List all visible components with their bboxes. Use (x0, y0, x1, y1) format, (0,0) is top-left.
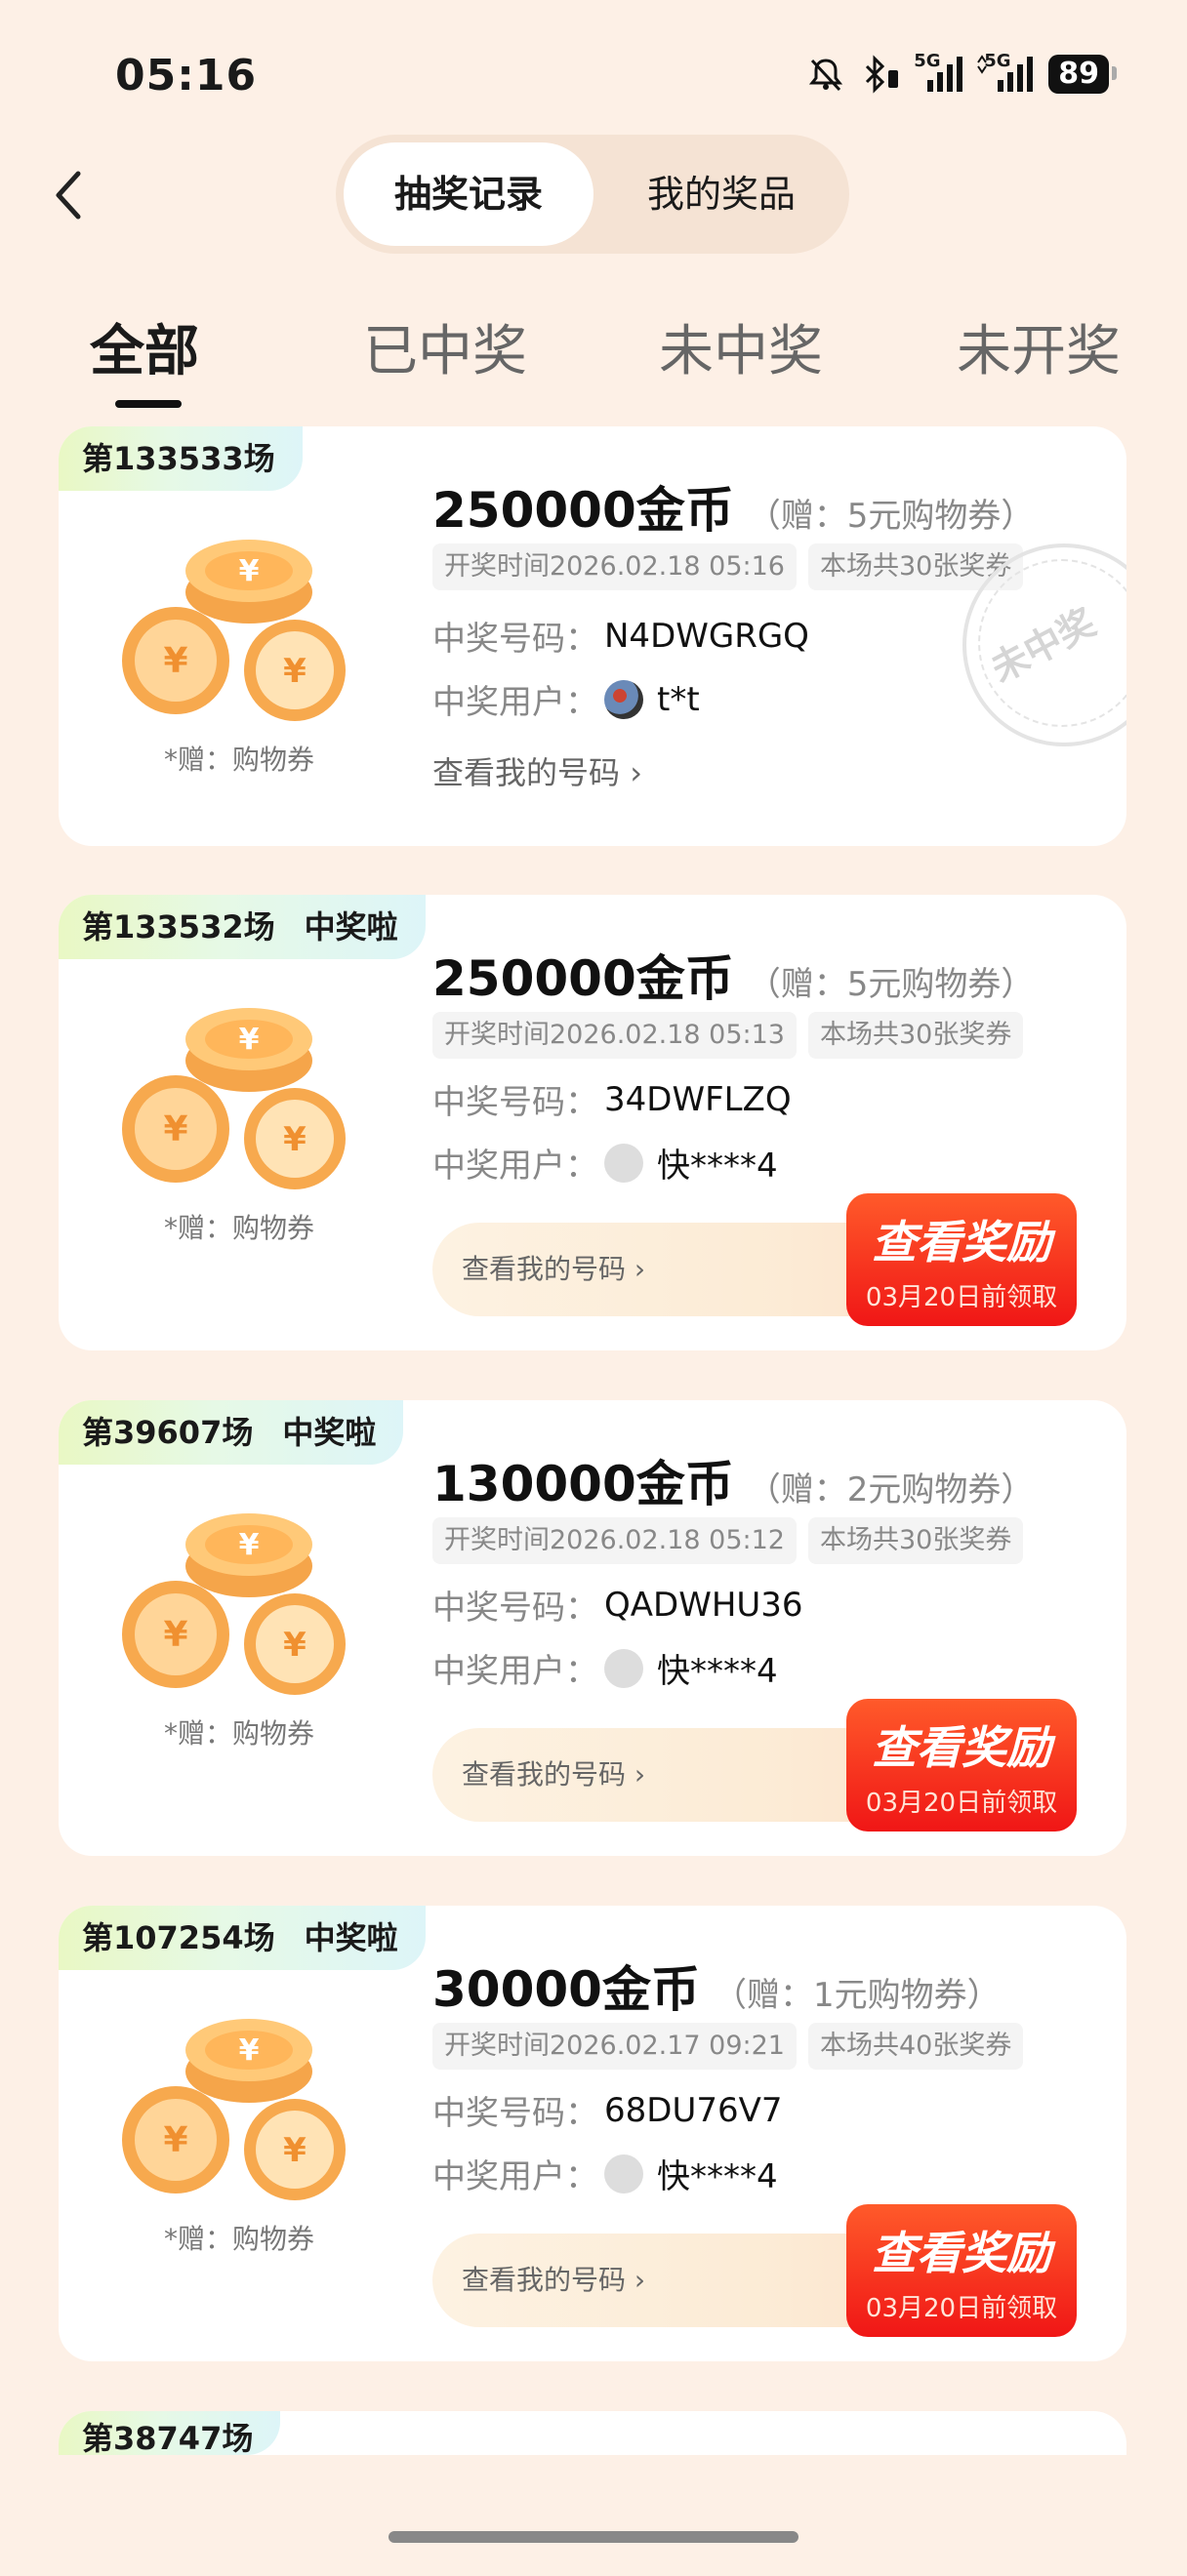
tab-active-indicator (115, 400, 182, 408)
svg-text:¥: ¥ (163, 641, 187, 681)
avatar (604, 2153, 643, 2194)
session-tag: 第107254场 中奖啦 (59, 1906, 426, 1970)
segment-draw-records[interactable]: 抽奖记录 (344, 142, 594, 246)
gift-note: *赠：购物券 (163, 2223, 314, 2255)
gold-coins-icon: ¥ ¥ ¥ (122, 2019, 346, 2200)
draw-info: 开奖时间2026.02.18 05:13 本场共30张奖券 (432, 1012, 1024, 1059)
status-bar: 05:16 5G 5G 89 (0, 0, 1187, 146)
avatar (604, 1648, 643, 1688)
record-card[interactable]: 第133533场 ¥ ¥ ¥ *赠：购物券 250000金币 （赠：5元购物券） … (59, 426, 1126, 846)
prize-title: 250000金币 （赠：5元购物券） (432, 950, 1035, 1007)
signal-5g-icon: 5G (914, 53, 963, 94)
tab-all[interactable]: 全部 (90, 307, 199, 386)
record-card[interactable]: 第107254场 中奖啦 ¥ ¥ ¥ *赠：购物券 30000金币 （赠：1元购物券… (59, 1906, 1126, 2361)
chevron-right-icon: › (634, 1758, 646, 1791)
ticket-count-chip: 本场共30张奖券 (807, 1012, 1024, 1059)
session-tag: 第133533场 (59, 426, 303, 491)
status-time: 05:16 (115, 51, 258, 101)
view-my-number-link[interactable]: 查看我的号码 › (432, 748, 642, 793)
view-my-number-link[interactable]: 查看我的号码 › (462, 2234, 645, 2327)
draw-time-chip: 开奖时间2026.02.18 05:13 (432, 1012, 797, 1059)
svg-text:¥: ¥ (283, 1626, 307, 1665)
action-bar: 查看我的号码 › 查看奖励 03月20日前领取 (432, 1193, 1077, 1326)
win-user-row: 中奖用户： t*t (432, 679, 700, 722)
svg-text:¥: ¥ (239, 2033, 260, 2068)
draw-info: 开奖时间2026.02.17 09:21 本场共40张奖券 (432, 2023, 1024, 2070)
gold-coins-icon: ¥ ¥ ¥ (122, 1008, 346, 1189)
action-bar: 查看我的号码 › 查看奖励 03月20日前领取 (432, 2204, 1077, 2337)
win-user-row: 中奖用户： 快****4 (432, 1644, 778, 1692)
win-user-row: 中奖用户： 快****4 (432, 1139, 778, 1187)
gift-note: *赠：购物券 (163, 1212, 314, 1244)
gold-coins-icon: ¥ ¥ ¥ (122, 1513, 346, 1695)
prize-title: 130000金币 （赠：2元购物券） (432, 1456, 1035, 1512)
avatar (604, 1143, 643, 1183)
win-user-row: 中奖用户： 快****4 (432, 2150, 778, 2197)
signal-5g-icon: 5G (976, 53, 1035, 94)
view-reward-button[interactable]: 查看奖励 03月20日前领取 (846, 1193, 1077, 1326)
segment-control: 抽奖记录 我的奖品 (336, 135, 849, 254)
win-number-row: 中奖号码： N4DWGRGQ (432, 616, 809, 660)
svg-text:¥: ¥ (283, 1120, 307, 1159)
svg-text:¥: ¥ (283, 2131, 307, 2170)
gold-coins-icon: ¥ ¥ ¥ (122, 540, 346, 721)
win-number-row: 中奖号码： 34DWFLZQ (432, 1079, 792, 1123)
session-tag: 第133532场 中奖啦 (59, 895, 426, 959)
svg-text:¥: ¥ (283, 652, 307, 691)
tab-not-drawn[interactable]: 未开奖 (957, 307, 1121, 386)
draw-time-chip: 开奖时间2026.02.17 09:21 (432, 2023, 797, 2070)
chevron-right-icon: › (630, 754, 642, 791)
action-bar: 查看我的号码 › 查看奖励 03月20日前领取 (432, 1699, 1077, 1831)
draw-info: 开奖时间2026.02.18 05:16 本场共30张奖券 (432, 543, 1024, 590)
gift-note: *赠：购物券 (163, 1717, 314, 1750)
battery-indicator: 89 (1048, 55, 1117, 94)
svg-text:¥: ¥ (163, 1109, 187, 1149)
session-tag: 第39607场 中奖啦 (59, 1400, 404, 1465)
chevron-right-icon: › (634, 2264, 646, 2296)
svg-text:¥: ¥ (163, 2120, 187, 2160)
back-arrow-icon[interactable] (49, 166, 88, 224)
ticket-count-chip: 本场共40张奖券 (807, 2023, 1024, 2070)
view-reward-button[interactable]: 查看奖励 03月20日前领取 (846, 1699, 1077, 1831)
chevron-right-icon: › (634, 1253, 646, 1285)
tab-won[interactable]: 已中奖 (363, 307, 527, 386)
svg-text:¥: ¥ (239, 1023, 260, 1057)
ticket-count-chip: 本场共30张奖券 (807, 1517, 1024, 1564)
prize-title: 30000金币 （赠：1元购物券） (432, 1961, 1001, 2018)
win-number-row: 中奖号码： 68DU76V7 (432, 2090, 783, 2134)
record-card[interactable]: 第38747场 (59, 2411, 1126, 2455)
svg-text:¥: ¥ (239, 1528, 260, 1562)
session-tag: 第38747场 (59, 2411, 281, 2455)
prize-title: 250000金币 （赠：5元购物券） (432, 482, 1035, 539)
bluetooth-icon (866, 55, 899, 94)
status-icons: 5G 5G 89 (806, 53, 1117, 94)
gift-note: *赠：购物券 (163, 744, 314, 776)
home-indicator[interactable] (389, 2531, 798, 2543)
view-my-number-link[interactable]: 查看我的号码 › (462, 1223, 645, 1316)
segment-my-prizes[interactable]: 我的奖品 (599, 142, 843, 246)
view-my-number-link[interactable]: 查看我的号码 › (462, 1728, 645, 1822)
avatar (604, 679, 643, 719)
draw-info: 开奖时间2026.02.18 05:12 本场共30张奖券 (432, 1517, 1024, 1564)
filter-tabs: 全部 已中奖 未中奖 未开奖 (0, 307, 1187, 415)
svg-text:¥: ¥ (163, 1615, 187, 1655)
mute-bell-icon (809, 59, 843, 92)
draw-time-chip: 开奖时间2026.02.18 05:16 (432, 543, 797, 590)
record-card[interactable]: 第39607场 中奖啦 ¥ ¥ ¥ *赠：购物券 130000金币 （赠：2元购物券… (59, 1400, 1126, 1856)
draw-time-chip: 开奖时间2026.02.18 05:12 (432, 1517, 797, 1564)
win-number-row: 中奖号码： QADWHU36 (432, 1585, 803, 1629)
view-reward-button[interactable]: 查看奖励 03月20日前领取 (846, 2204, 1077, 2337)
tab-not-won[interactable]: 未中奖 (659, 307, 823, 386)
record-card[interactable]: 第133532场 中奖啦 ¥ ¥ ¥ *赠：购物券 250000金币 （赠：5元购物… (59, 895, 1126, 1350)
svg-text:¥: ¥ (239, 554, 260, 588)
